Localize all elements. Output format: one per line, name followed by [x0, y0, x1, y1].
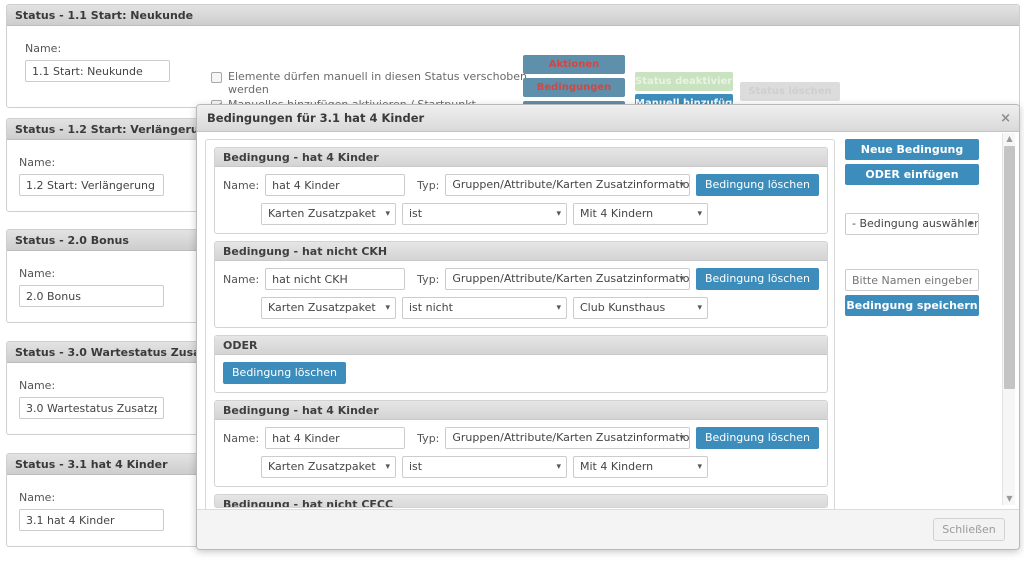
status-loeschen-button[interactable]: Status löschen — [740, 82, 840, 101]
condition-typ-label: Typ: — [417, 431, 440, 445]
condition-operator-select[interactable]: ist — [402, 456, 567, 478]
status-deaktivieren-button[interactable]: Status deaktivieren — [635, 72, 733, 91]
or-block-header: ODER — [215, 336, 827, 355]
status-1-2-name-input[interactable] — [19, 174, 164, 196]
bedingung-auswaehlen-select[interactable]: - Bedingung auswählen — [845, 213, 979, 235]
condition-value-select[interactable]: Mit 4 Kindern — [573, 203, 708, 225]
status-3-1-name-input[interactable] — [19, 509, 164, 531]
or-block-body: Bedingung löschen — [215, 355, 827, 392]
condition-name-input[interactable] — [265, 268, 406, 290]
status-card-top-header: Status - 1.1 Start: Neukunde — [7, 5, 1019, 26]
condition-name-input[interactable] — [265, 174, 406, 196]
status-card-3-0-body: Name: — [7, 363, 209, 429]
condition-typ-select[interactable]: Gruppen/Attribute/Karten Zusatzinformati… — [445, 174, 690, 196]
condition-row-primary: Name: Typ: Gruppen/Attribute/Karten Zusa… — [223, 427, 819, 449]
condition-value-select[interactable]: Club Kunsthaus — [573, 297, 708, 319]
condition-row-operands: Karten Zusatzpaket ist nicht Club Kunsth… — [223, 297, 819, 319]
condition-delete-button[interactable]: Bedingung löschen — [695, 174, 819, 196]
status-3-0-name-label: Name: — [19, 379, 56, 392]
condition-body: Name: Typ: Gruppen/Attribute/Karten Zusa… — [215, 261, 827, 327]
condition-header: Bedingung - hat nicht CFCC — [215, 495, 827, 507]
modal-body: Bedingung - hat 4 Kinder Name: Typ: Grup… — [197, 133, 1019, 529]
condition-typ-label: Typ: — [417, 272, 440, 286]
condition-row-primary: Name: Typ: Gruppen/Attribute/Karten Zusa… — [223, 174, 819, 196]
neue-bedingung-button[interactable]: Neue Bedingung — [845, 139, 979, 160]
condition-field-select[interactable]: Karten Zusatzpaket — [261, 456, 396, 478]
status-card-top-body: Name: Elemente dürfen manuell in diesen … — [7, 26, 1019, 120]
status-1-2-name-label: Name: — [19, 156, 56, 169]
conditions-modal: Bedingungen für 3.1 hat 4 Kinder × Bedin… — [196, 104, 1020, 550]
modal-footer: Schließen — [197, 509, 1019, 549]
conditions-scroll-area: Bedingung - hat 4 Kinder Name: Typ: Grup… — [205, 139, 835, 529]
condition-name-label: Name: — [223, 178, 260, 192]
status-card-3-1: Status - 3.1 hat 4 Kinder Name: — [6, 453, 200, 547]
or-block: ODER Bedingung löschen — [214, 335, 828, 393]
modal-header: Bedingungen für 3.1 hat 4 Kinder × — [197, 105, 1019, 132]
or-delete-button[interactable]: Bedingung löschen — [223, 362, 347, 384]
status-card-1-2: Status - 1.2 Start: Verlängerung Name: — [6, 118, 200, 212]
condition-typ-label: Typ: — [417, 178, 440, 192]
checkbox-row-manual-move[interactable]: Elemente dürfen manuell in diesen Status… — [211, 70, 528, 96]
condition-header: Bedingung - hat 4 Kinder — [215, 148, 827, 167]
aktionen-button[interactable]: Aktionen — [523, 55, 625, 74]
status-delete-column: Status löschen — [740, 82, 840, 101]
status-card-3-1-body: Name: — [7, 475, 199, 541]
condition-row-primary: Name: Typ: Gruppen/Attribute/Karten Zusa… — [223, 268, 819, 290]
bedingung-speichern-button[interactable]: Bedingung speichern — [845, 295, 979, 316]
condition-field-select[interactable]: Karten Zusatzpaket — [261, 203, 396, 225]
checkbox-manual-move[interactable] — [211, 72, 222, 83]
scroll-up-arrow-icon[interactable]: ▲ — [1003, 133, 1016, 145]
condition-header: Bedingung - hat 4 Kinder — [215, 401, 827, 420]
condition-body: Name: Typ: Gruppen/Attribute/Karten Zusa… — [215, 167, 827, 233]
condition-block-clipped: Bedingung - hat nicht CFCC — [214, 494, 828, 508]
condition-value-select[interactable]: Mit 4 Kindern — [573, 456, 708, 478]
status-2-0-name-label: Name: — [19, 267, 56, 280]
condition-row-operands: Karten Zusatzpaket ist Mit 4 Kindern — [223, 203, 819, 225]
scroll-down-arrow-icon[interactable]: ▼ — [1003, 493, 1016, 505]
status-3-1-name-label: Name: — [19, 491, 56, 504]
condition-name-label: Name: — [223, 431, 260, 445]
modal-scrollbar[interactable]: ▲ ▼ — [1002, 133, 1015, 505]
condition-typ-select[interactable]: Gruppen/Attribute/Karten Zusatzinformati… — [445, 268, 690, 290]
condition-operator-select[interactable]: ist nicht — [402, 297, 567, 319]
bedingung-name-input[interactable] — [845, 269, 979, 291]
condition-operator-select[interactable]: ist — [402, 203, 567, 225]
condition-row-operands: Karten Zusatzpaket ist Mit 4 Kindern — [223, 456, 819, 478]
status-card-2-0: Status - 2.0 Bonus Name: — [6, 229, 200, 323]
condition-delete-button[interactable]: Bedingung löschen — [695, 268, 819, 290]
status-card-3-1-header: Status - 3.1 hat 4 Kinder — [7, 454, 199, 475]
condition-header: Bedingung - hat nicht CKH — [215, 242, 827, 261]
status-card-1-2-body: Name: — [7, 140, 199, 206]
status-card-3-0: Status - 3.0 Wartestatus Zusatzpa Name: — [6, 341, 210, 435]
app-root: Status - 1.1 Start: Neukunde Name: Eleme… — [0, 0, 1024, 561]
condition-field-select[interactable]: Karten Zusatzpaket — [261, 297, 396, 319]
condition-body: Name: Typ: Gruppen/Attribute/Karten Zusa… — [215, 420, 827, 486]
status-card-2-0-header: Status - 2.0 Bonus — [7, 230, 199, 251]
status-top-name-input[interactable] — [25, 60, 170, 82]
condition-name-label: Name: — [223, 272, 260, 286]
condition-name-input[interactable] — [265, 427, 406, 449]
modal-title: Bedingungen für 3.1 hat 4 Kinder — [207, 111, 425, 125]
condition-delete-button[interactable]: Bedingung löschen — [695, 427, 819, 449]
status-top-name-label: Name: — [25, 42, 62, 55]
status-card-top: Status - 1.1 Start: Neukunde Name: Eleme… — [6, 4, 1020, 120]
oder-einfuegen-button[interactable]: ODER einfügen — [845, 164, 979, 185]
bedingungen-button[interactable]: Bedingungen — [523, 78, 625, 97]
condition-block: Bedingung - hat 4 Kinder Name: Typ: Grup… — [214, 147, 828, 234]
schliessen-button[interactable]: Schließen — [933, 518, 1005, 541]
condition-typ-select[interactable]: Gruppen/Attribute/Karten Zusatzinformati… — [445, 427, 690, 449]
condition-block: Bedingung - hat 4 Kinder Name: Typ: Grup… — [214, 400, 828, 487]
status-card-2-0-body: Name: — [7, 251, 199, 317]
condition-block: Bedingung - hat nicht CKH Name: Typ: Gru… — [214, 241, 828, 328]
conditions-sidebar: Neue Bedingung ODER einfügen - Bedingung… — [845, 139, 991, 320]
status-card-1-2-header: Status - 1.2 Start: Verlängerung — [7, 119, 199, 140]
status-card-3-0-header: Status - 3.0 Wartestatus Zusatzpa — [7, 342, 209, 363]
status-top-name-field-group: Name: — [25, 42, 170, 82]
close-icon[interactable]: × — [1000, 105, 1011, 132]
scrollbar-thumb[interactable] — [1004, 146, 1015, 389]
checkbox-manual-move-label: Elemente dürfen manuell in diesen Status… — [228, 70, 528, 96]
conditions-list: Bedingung - hat 4 Kinder Name: Typ: Grup… — [206, 140, 834, 515]
status-3-0-name-input[interactable] — [19, 397, 164, 419]
status-2-0-name-input[interactable] — [19, 285, 164, 307]
